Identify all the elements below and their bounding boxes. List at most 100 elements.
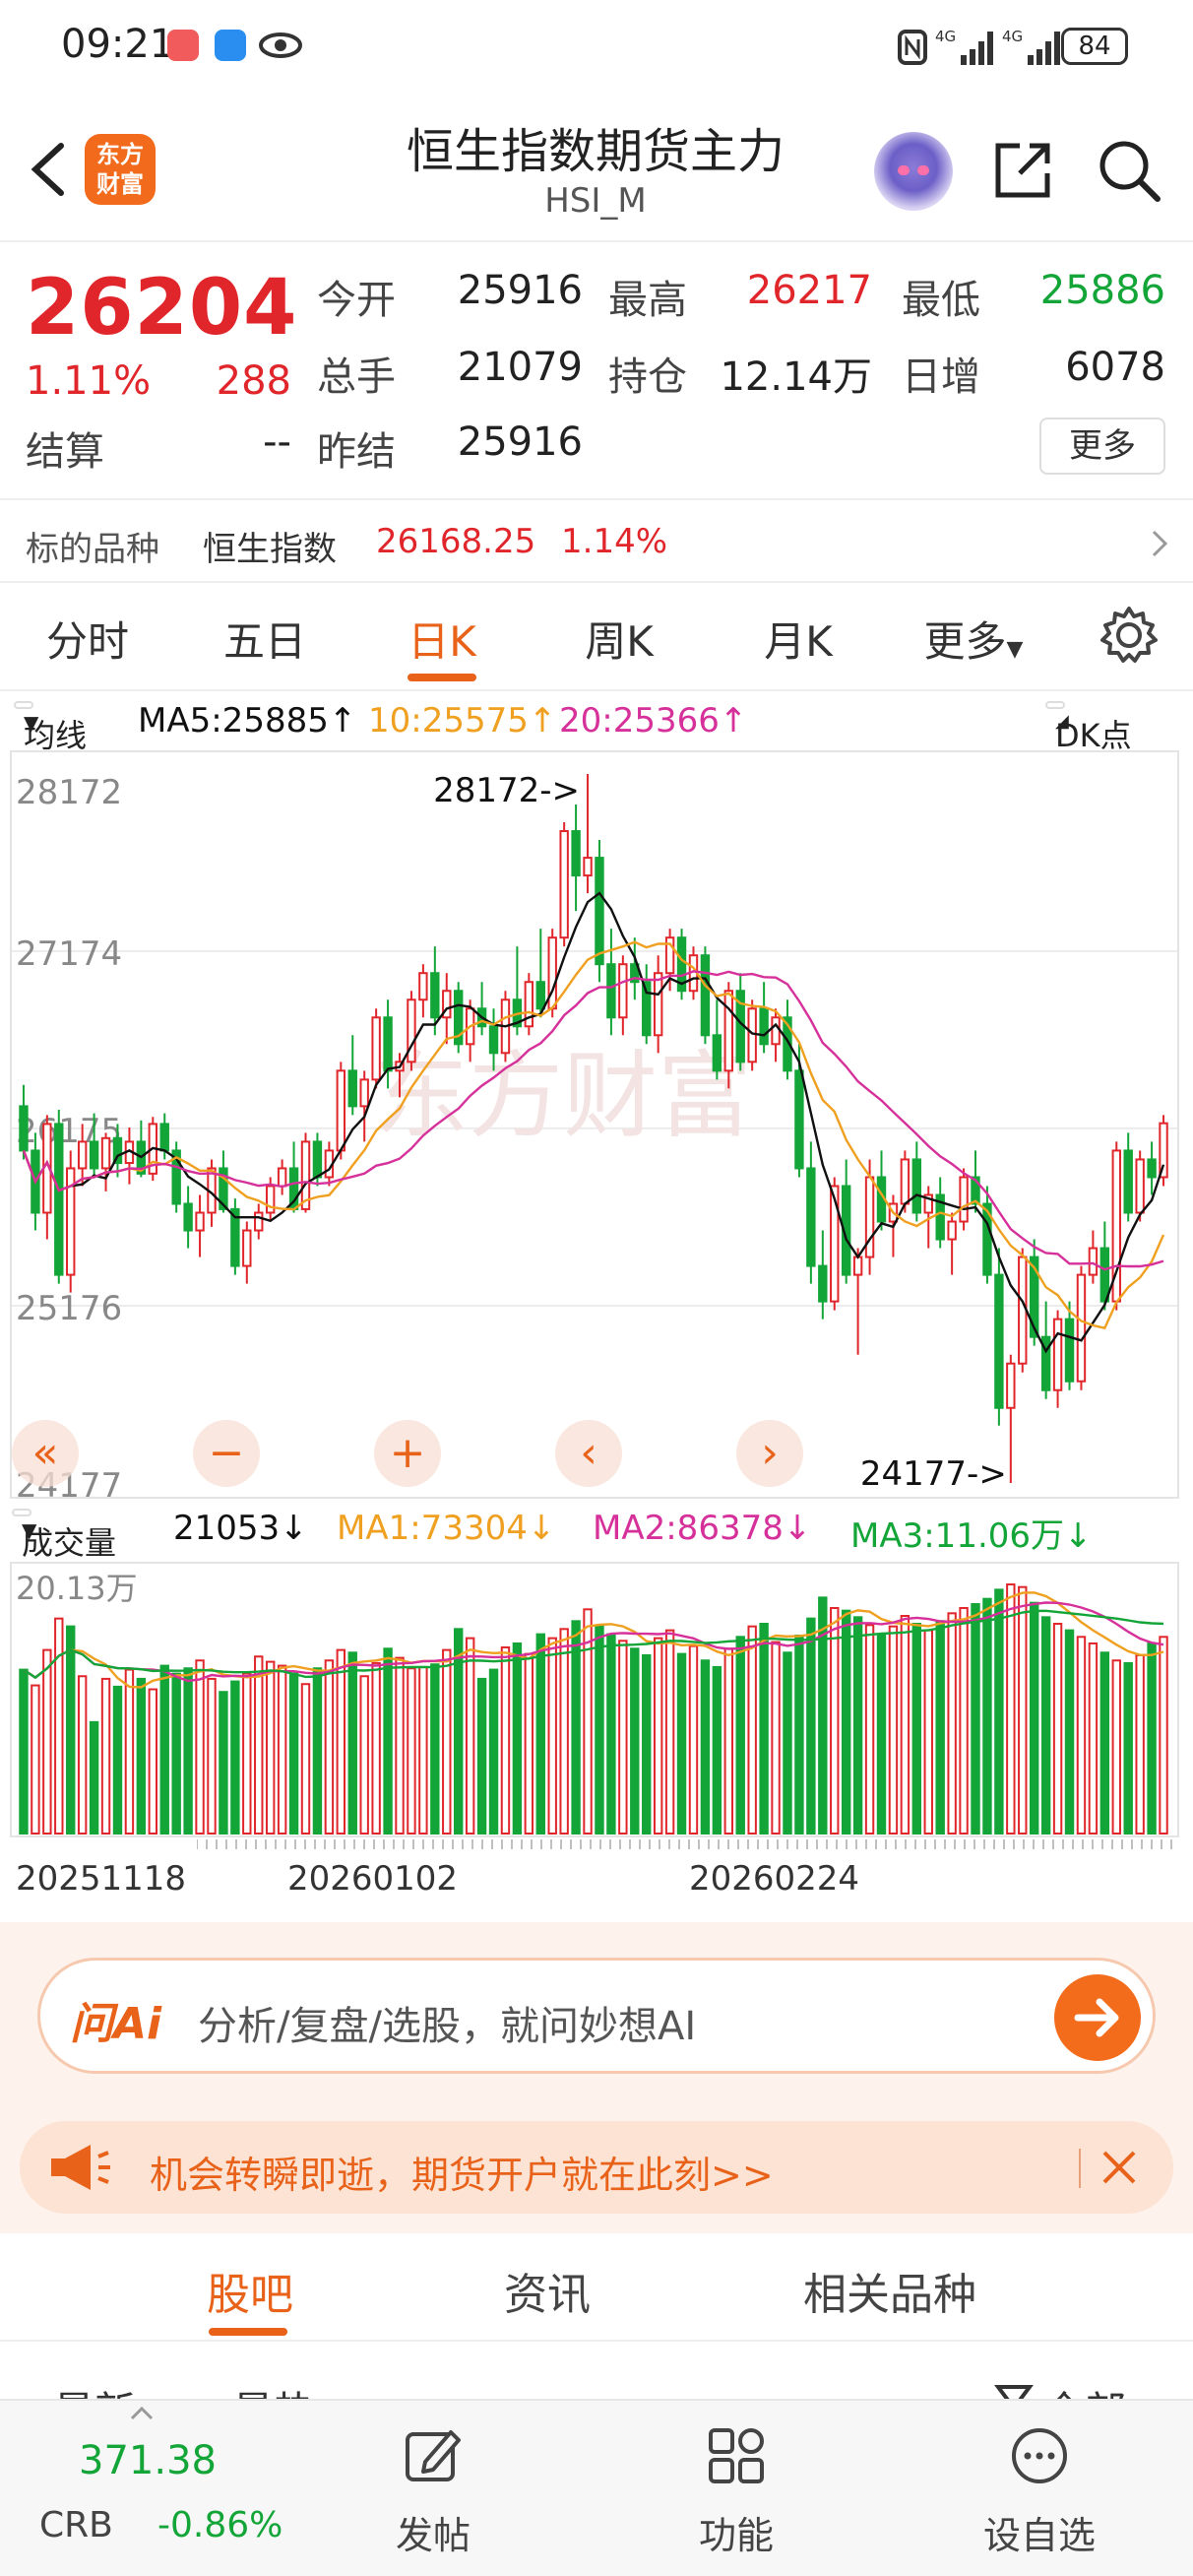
settings-gear-icon[interactable] [1099, 605, 1160, 666]
underlying-row[interactable]: 标的品种 恒生指数 26168.25 1.14% [0, 498, 1193, 583]
search-icon[interactable] [1097, 138, 1162, 203]
volume-bar [923, 1629, 933, 1835]
edit-post-icon[interactable] [402, 2424, 465, 2487]
signal-icon-2: 4G [1002, 28, 1060, 65]
tab-weekly-k[interactable]: 周K [545, 609, 693, 669]
candle-body [54, 1123, 64, 1276]
candle-body [1088, 1247, 1099, 1276]
volume-bar [852, 1616, 863, 1835]
volume-chart[interactable]: 20.13万 [10, 1562, 1179, 1837]
tab-intraday[interactable]: 分时 [14, 609, 161, 669]
volume-bar [911, 1622, 922, 1835]
ai-search-box[interactable]: 问Ai 分析/复盘/选股，就问妙想AI [37, 1958, 1156, 2074]
tab-monthly-k[interactable]: 月K [724, 609, 872, 669]
volume-bar [630, 1647, 640, 1835]
candle-body [195, 1211, 205, 1232]
volume-bar [864, 1624, 875, 1835]
filter-latest[interactable]: 最新 [53, 2379, 136, 2399]
nav-post[interactable]: 发帖 [364, 2505, 502, 2559]
ai-assistant-avatar[interactable] [874, 132, 953, 211]
volume-bar [183, 1667, 193, 1835]
candle-body [183, 1202, 193, 1232]
volume-bar [947, 1612, 957, 1835]
volume-bar [430, 1663, 440, 1835]
candle-body [265, 1185, 276, 1214]
share-icon[interactable] [990, 138, 1055, 203]
volume-bar [1064, 1629, 1075, 1835]
field-value-prev-settlement: 25916 [457, 419, 583, 465]
filter-hot[interactable]: 最热 [232, 2379, 315, 2399]
notification-app-icon [167, 30, 199, 61]
logo-line-2: 财富 [96, 170, 144, 198]
volume-ma3: MA3:11.06万↓ [850, 1516, 1093, 1556]
candle-body [535, 981, 545, 1010]
status-time: 09:21 [61, 22, 175, 67]
tab-forum[interactable]: 股吧 [207, 2259, 293, 2322]
volume-bar [1111, 1659, 1121, 1835]
tab-related[interactable]: 相关品种 [803, 2259, 976, 2322]
volume-bar [759, 1622, 769, 1835]
tab-more-label: 更多 [923, 617, 1007, 666]
candle-body [712, 1034, 722, 1072]
volume-bar [664, 1629, 675, 1835]
volume-bar [371, 1661, 381, 1835]
volume-bar [559, 1628, 569, 1835]
field-value-low: 25886 [1039, 268, 1165, 313]
volume-bar [112, 1685, 123, 1835]
candle-body [77, 1140, 88, 1170]
nav-add-watchlist[interactable]: 设自选 [971, 2505, 1108, 2559]
volume-bar [982, 1597, 992, 1835]
volume-bar [230, 1680, 240, 1835]
volume-bar [712, 1665, 722, 1835]
filter-all[interactable]: 全部 [1043, 2379, 1126, 2399]
tab-news[interactable]: 资讯 [504, 2259, 591, 2322]
change-percent: 1.11% [26, 358, 152, 404]
tab-more[interactable]: 更多▼ [900, 609, 1047, 669]
candle-body [911, 1158, 922, 1214]
y-tick-label: 28172 [16, 773, 122, 812]
volume-bar [1088, 1642, 1099, 1835]
tab-five-day[interactable]: 五日 [191, 609, 339, 669]
active-subtab-indicator [209, 2328, 287, 2336]
dropdown-triangle-icon: ▼ [24, 711, 39, 735]
volume-bar [242, 1672, 252, 1835]
promo-divider [1079, 2149, 1081, 2188]
candle-body [1018, 1256, 1028, 1365]
candle-body [89, 1140, 99, 1170]
volume-bar [618, 1640, 628, 1835]
volume-bar [407, 1667, 416, 1835]
network-label-2: 4G [1002, 28, 1023, 45]
tab-daily-k[interactable]: 日K [368, 609, 516, 669]
nav-functions[interactable]: 功能 [667, 2505, 805, 2559]
functions-grid-icon[interactable] [705, 2424, 768, 2487]
change-value: 288 [216, 358, 291, 404]
ai-placeholder: 分析/复盘/选股，就问妙想AI [198, 2004, 697, 2049]
candle-body [571, 830, 581, 877]
candlestick-chart[interactable]: 28172 27174 26175 25176 24177 东方财富 28172-> 2417… [10, 750, 1179, 1506]
candle-body [1123, 1149, 1133, 1214]
candle-body [618, 963, 628, 1019]
volume-bar [535, 1633, 545, 1835]
volume-bar [219, 1691, 228, 1835]
promo-banner[interactable]: 机会转瞬即逝，期货开户就在此刻>> [20, 2121, 1173, 2214]
ma20-value: 20:25366↑ [559, 701, 748, 741]
candle-body [583, 857, 593, 877]
volume-bar [54, 1617, 64, 1835]
volume-selector[interactable]: 成交量 ▼ [12, 1509, 116, 1562]
back-icon[interactable] [22, 140, 77, 199]
candle-body [852, 1256, 863, 1276]
last-price: 26204 [26, 264, 298, 353]
candle-body [100, 1136, 111, 1170]
more-dots-icon[interactable] [1008, 2424, 1071, 2487]
indicator-selector[interactable]: 均线 ▼ [14, 701, 87, 754]
volume-bar [595, 1625, 604, 1835]
volume-bar [42, 1648, 52, 1835]
underlying-value: 26168.25 [376, 522, 536, 561]
close-icon[interactable] [1097, 2145, 1142, 2190]
volume-bar [488, 1668, 499, 1835]
dk-point-toggle[interactable]: DK点 ◢ [1045, 701, 1132, 754]
more-fields-button[interactable]: 更多 [1039, 418, 1165, 475]
ai-go-button[interactable] [1054, 1974, 1141, 2061]
candle-body [488, 1025, 499, 1055]
eye-icon [259, 32, 302, 58]
